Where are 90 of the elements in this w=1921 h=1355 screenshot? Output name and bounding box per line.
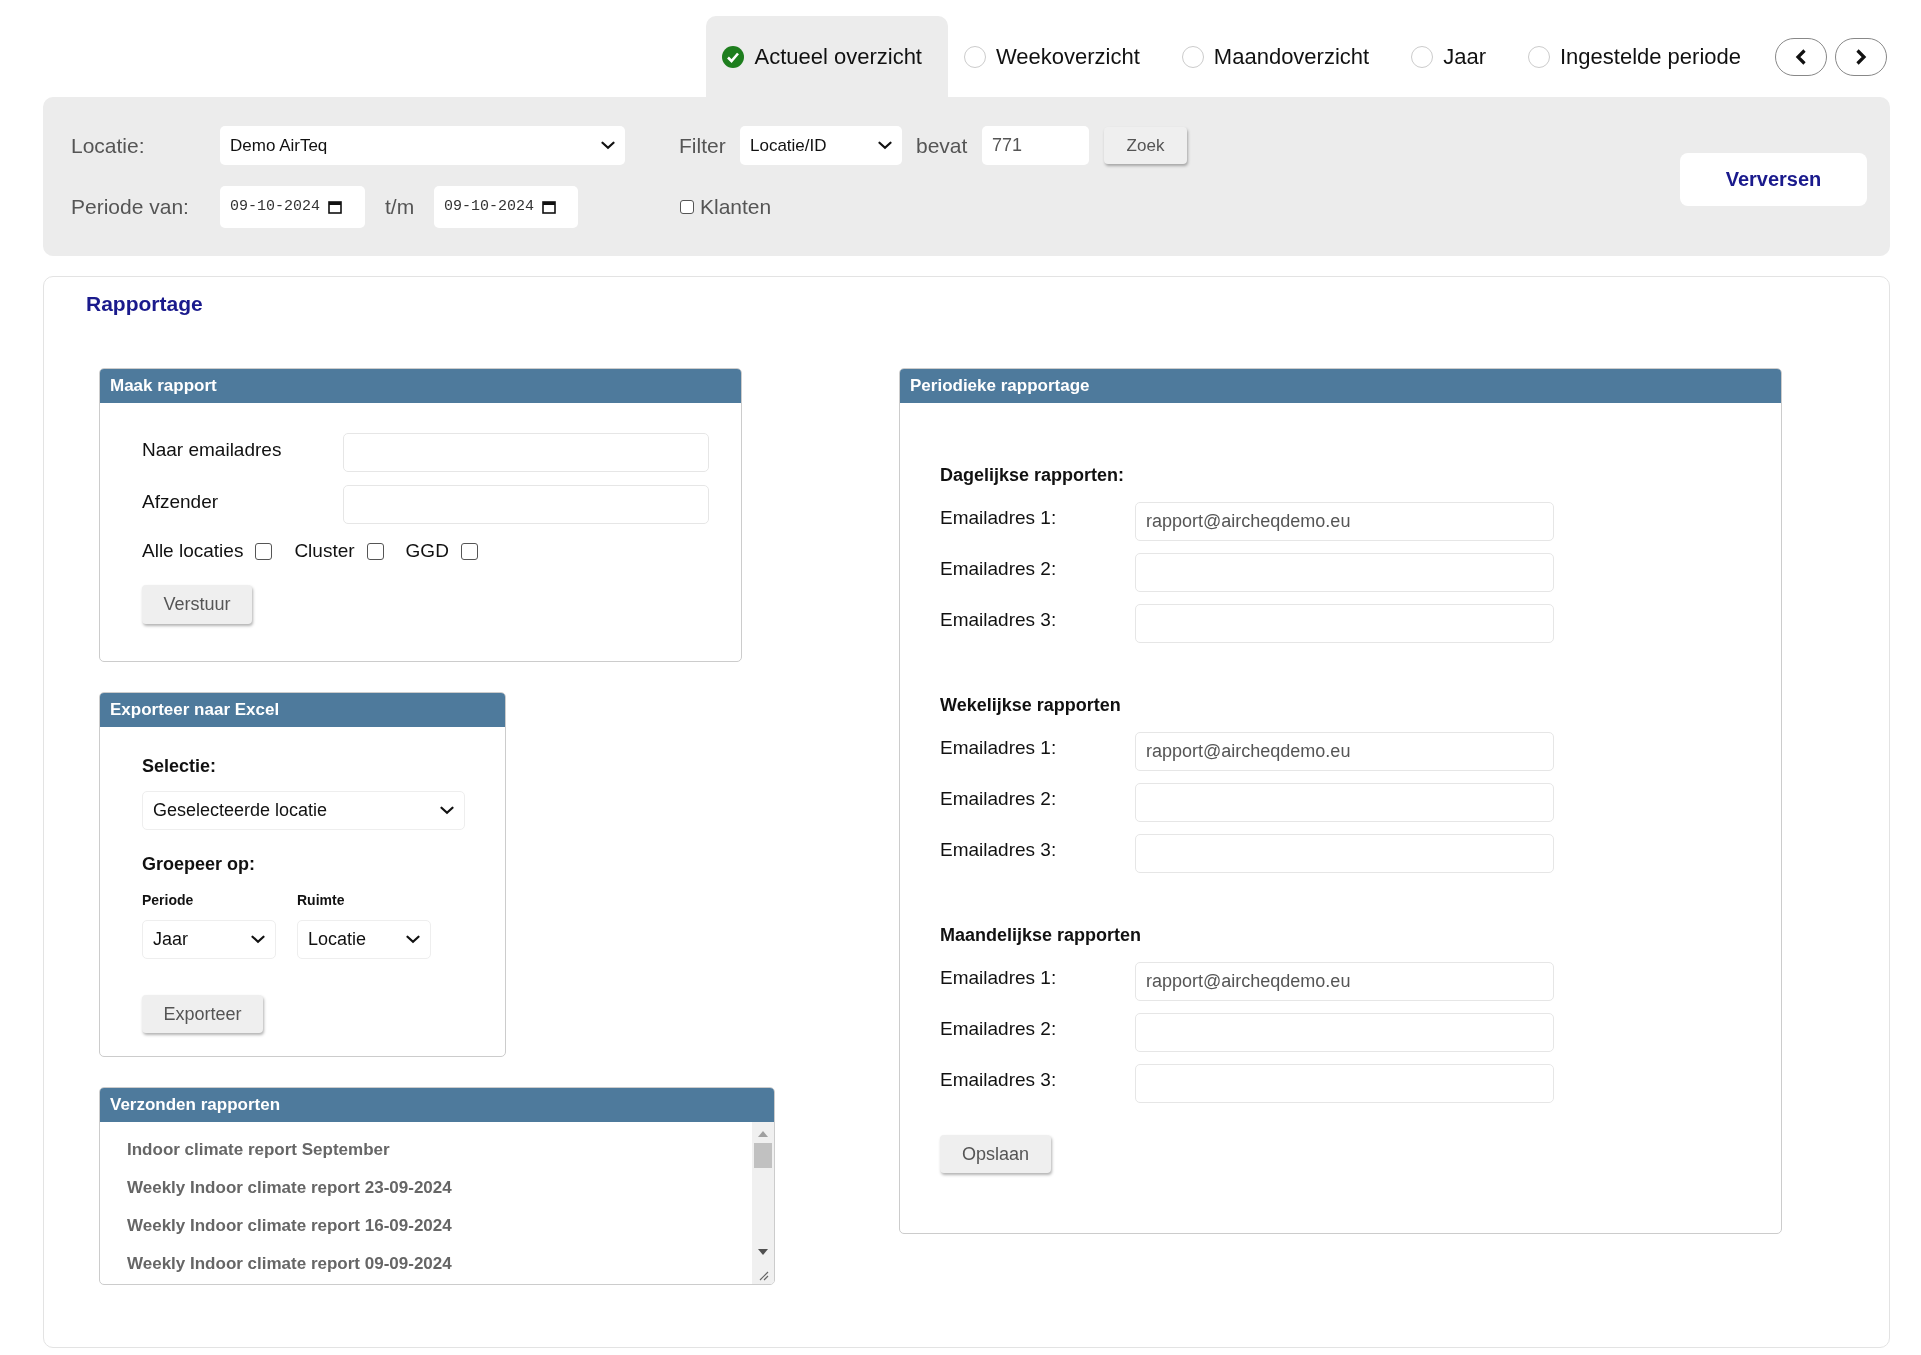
check-circle-icon [722,45,745,68]
date-from-field[interactable]: 09-10-2024 [220,185,365,228]
chevron-left-icon [1795,48,1807,65]
room-dropdown[interactable]: Locatie [297,920,431,959]
email-field[interactable] [1135,1064,1554,1103]
until-label: t/m [385,194,416,219]
field-label: Naar emailadres [142,438,283,461]
checkbox[interactable] [366,542,384,560]
report-list-item[interactable]: Indoor climate report September [127,1139,752,1161]
scrollbar[interactable] [752,1122,774,1284]
selection-dropdown[interactable]: Geselecteerde locatie [142,791,465,830]
group-heading: Maandelijkse rapporten [940,925,1143,946]
search-button[interactable]: Zoek [1104,127,1187,164]
checkbox-label: GGD [405,540,449,562]
field-label: Emailadres 1: [940,966,1058,989]
radio-icon [1411,45,1434,68]
checkbox-label: Cluster [294,540,355,562]
customers-label: Klanten [700,194,772,219]
group-label: Groepeer op: [142,854,257,875]
group-heading: Dagelijkse rapporten: [940,465,1126,486]
radio-icon [1527,45,1550,68]
email-field[interactable] [1135,834,1554,873]
view-tab[interactable]: Actueel overzicht [706,16,948,97]
chevron-right-icon [1855,48,1867,65]
field-label: Afzender [142,490,220,513]
panel-header: Periodieke rapportage [900,369,1781,403]
filter-label: Filter [679,133,727,158]
field-label: Emailadres 2: [940,1017,1058,1040]
email-field[interactable]: rapport@aircheqdemo.eu [1135,732,1554,771]
checkbox-label: Alle locaties [142,540,244,562]
radio-icon [964,45,986,68]
resize-grip-icon[interactable] [757,1269,769,1281]
panel-header: Verzonden rapporten [100,1088,774,1122]
input-field[interactable] [343,485,709,524]
email-field[interactable]: rapport@aircheqdemo.eu [1135,962,1554,1001]
chevron-down-icon [440,806,454,815]
email-field[interactable]: rapport@aircheqdemo.eu [1135,502,1554,541]
refresh-button[interactable]: Verversen [1680,153,1867,206]
send-button[interactable]: Verstuur [142,585,252,624]
previous-button[interactable] [1775,37,1827,76]
field-label: Emailadres 1: [940,736,1058,759]
room-label: Ruimte [297,892,346,908]
view-tab[interactable]: Ingestelde periode [1511,16,1767,97]
field-label: Emailadres 2: [940,557,1058,580]
contains-label: bevat [916,133,969,158]
panel-header: Exporteer naar Excel [100,693,505,727]
period-label: Periode van: [71,194,190,219]
filter-dropdown[interactable]: Locatie/ID [740,126,902,165]
scroll-up-icon [758,1131,768,1137]
search-field[interactable]: 771 [982,126,1089,165]
customers-checkbox[interactable] [680,199,694,214]
view-tab[interactable]: Maandoverzicht [1165,16,1396,97]
period-dropdown[interactable]: Jaar [142,920,276,959]
panel-header: Maak rapport [100,369,741,403]
chevron-down-icon [251,935,265,944]
group-heading: Wekelijkse rapporten [940,695,1122,716]
next-button[interactable] [1835,37,1887,76]
location-label: Locatie: [71,133,146,158]
period-label: Periode [142,892,195,908]
report-list-item[interactable]: Weekly Indoor climate report 23-09-2024 [127,1177,752,1199]
calendar-icon [542,199,556,214]
field-label: Emailadres 3: [940,1068,1058,1091]
save-button[interactable]: Opslaan [940,1135,1051,1173]
field-label: Emailadres 2: [940,787,1058,810]
field-label: Emailadres 3: [940,608,1058,631]
report-list-item[interactable]: Weekly Indoor climate report 09-09-2024 [127,1253,752,1275]
location-dropdown[interactable]: Demo AirTeq [220,126,625,165]
email-field[interactable] [1135,1013,1554,1052]
field-label: Emailadres 1: [940,506,1058,529]
chevron-down-icon [878,141,892,150]
chevron-down-icon [601,141,615,150]
email-field[interactable] [1135,553,1554,592]
input-field[interactable] [343,433,709,472]
field-label: Emailadres 3: [940,838,1058,861]
view-tab[interactable]: Jaar [1395,16,1512,97]
email-field[interactable] [1135,783,1554,822]
export-button[interactable]: Exporteer [142,995,263,1033]
radio-icon [1181,45,1204,68]
email-field[interactable] [1135,604,1554,643]
selection-label: Selectie: [142,756,218,777]
scroll-thumb[interactable] [754,1143,772,1168]
calendar-icon [328,199,342,214]
section-title: Rapportage [86,292,204,316]
scroll-down-icon [758,1249,768,1255]
checkbox[interactable] [460,542,478,560]
date-to-field[interactable]: 09-10-2024 [434,185,578,228]
view-tab[interactable]: Weekoverzicht [948,16,1166,97]
report-list-item[interactable]: Weekly Indoor climate report 16-09-2024 [127,1215,752,1237]
chevron-down-icon [406,935,420,944]
checkbox[interactable] [255,542,273,560]
